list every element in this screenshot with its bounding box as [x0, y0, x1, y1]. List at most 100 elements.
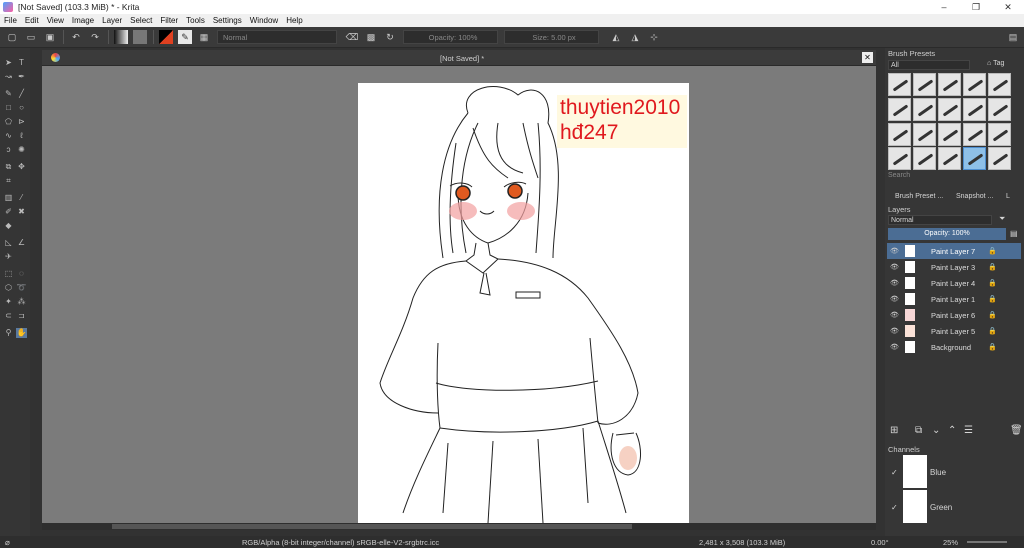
- redo-icon[interactable]: ↷: [88, 30, 102, 44]
- layer-row[interactable]: 👁 Paint Layer 1 🔒: [887, 291, 1021, 307]
- color-swatch-icon[interactable]: [159, 30, 173, 44]
- menu-filter[interactable]: Filter: [156, 16, 182, 25]
- visibility-eye-icon[interactable]: 👁: [890, 343, 901, 351]
- brush-preset-8[interactable]: [938, 98, 961, 121]
- layer-row[interactable]: 👁 Paint Layer 5 🔒: [887, 323, 1021, 339]
- menu-tools[interactable]: Tools: [182, 16, 209, 25]
- text-tool-icon[interactable]: T: [16, 58, 27, 68]
- dock-tab-snapshot[interactable]: Snapshot ...: [956, 193, 993, 200]
- layer-properties-icon[interactable]: ☰: [964, 425, 973, 436]
- undo-icon[interactable]: ↶: [69, 30, 83, 44]
- brush-preset-13[interactable]: [938, 123, 961, 146]
- freehand-brush-icon[interactable]: ✎: [3, 89, 14, 99]
- menu-select[interactable]: Select: [126, 16, 156, 25]
- brush-preset-6[interactable]: [888, 98, 911, 121]
- gradient-tool-icon[interactable]: ▥: [3, 193, 14, 203]
- move-layer-up-icon[interactable]: ⌃: [948, 425, 956, 436]
- menu-view[interactable]: View: [43, 16, 68, 25]
- polyline-tool-icon[interactable]: ⊳: [16, 117, 27, 127]
- lock-icon[interactable]: 🔒: [988, 343, 997, 351]
- channel-row[interactable]: ✓ Green: [887, 489, 1021, 525]
- visibility-eye-icon[interactable]: 👁: [890, 327, 901, 335]
- freehand-select-icon[interactable]: ➰: [16, 283, 27, 293]
- menu-edit[interactable]: Edit: [21, 16, 43, 25]
- brush-preset-2[interactable]: [913, 73, 936, 96]
- brush-filter-select[interactable]: All: [888, 60, 970, 70]
- polygon-select-icon[interactable]: ⬡: [3, 283, 14, 293]
- brush-preset-3[interactable]: [938, 73, 961, 96]
- dock-tab-l[interactable]: L: [1006, 193, 1010, 200]
- minimize-button[interactable]: –: [928, 0, 960, 14]
- brush-preset-17[interactable]: [913, 147, 936, 170]
- zoom-level-status[interactable]: 25%: [943, 538, 958, 547]
- layer-row[interactable]: 👁 Paint Layer 3 🔒: [887, 259, 1021, 275]
- visibility-eye-icon[interactable]: 👁: [890, 295, 901, 303]
- fill-tool-icon[interactable]: ◆: [3, 221, 14, 231]
- reference-images-icon[interactable]: ✈: [3, 252, 14, 262]
- pattern-icon[interactable]: [133, 30, 147, 44]
- bezier-select-icon[interactable]: ⊂: [3, 311, 14, 321]
- visibility-eye-icon[interactable]: 👁: [890, 311, 901, 319]
- close-window-button[interactable]: ✕: [992, 0, 1024, 14]
- multibrush-icon[interactable]: ✺: [16, 145, 27, 155]
- brush-preset-11[interactable]: [888, 123, 911, 146]
- brush-settings-icon[interactable]: ✎: [178, 30, 192, 44]
- brush-preset-selected[interactable]: [963, 147, 986, 170]
- dock-tab-brush-preset[interactable]: Brush Preset ...: [895, 193, 943, 200]
- smart-patch-icon[interactable]: ✖: [16, 207, 27, 217]
- layer-row[interactable]: 👁 Paint Layer 4 🔒: [887, 275, 1021, 291]
- contiguous-select-icon[interactable]: ✦: [3, 297, 14, 307]
- color-picker-icon[interactable]: ⁄: [16, 193, 27, 203]
- brush-preset-20[interactable]: [988, 147, 1011, 170]
- ellipse-tool-icon[interactable]: ○: [16, 103, 27, 113]
- eraser-icon[interactable]: ⌫: [345, 30, 359, 44]
- rect-select-icon[interactable]: ⬚: [3, 269, 14, 279]
- layer-row[interactable]: 👁 Background 🔒: [887, 339, 1021, 355]
- line-tool-icon[interactable]: ╱: [16, 89, 27, 99]
- duplicate-layer-icon[interactable]: ⧉: [915, 425, 922, 436]
- brush-preset-14[interactable]: [963, 123, 986, 146]
- brush-preset-16[interactable]: [888, 147, 911, 170]
- lock-icon[interactable]: 🔒: [988, 279, 997, 287]
- layer-filter-icon[interactable]: ⏷: [999, 214, 1005, 224]
- brush-preset-10[interactable]: [988, 98, 1011, 121]
- brush-tag-button[interactable]: ⌂ Tag: [987, 60, 1004, 67]
- ellipse-select-icon[interactable]: ◌: [16, 269, 27, 279]
- document-canvas[interactable]: thuytien2010 hđ247: [358, 83, 689, 523]
- bezier-tool-icon[interactable]: ∿: [3, 131, 14, 141]
- edit-shapes-icon[interactable]: ↝: [3, 72, 14, 82]
- channel-checkbox[interactable]: ✓: [891, 503, 898, 512]
- open-folder-icon[interactable]: ▭: [24, 30, 38, 44]
- channel-row[interactable]: ✓ Blue: [887, 454, 1021, 490]
- assistant-tool-icon[interactable]: ◺: [3, 238, 14, 248]
- layer-blend-mode-select[interactable]: Normal: [888, 215, 992, 225]
- canvas-area[interactable]: thuytien2010 hđ247: [42, 66, 876, 523]
- brush-size-slider[interactable]: Size: 5.00 px: [504, 30, 599, 44]
- similar-select-icon[interactable]: ⁂: [16, 297, 27, 307]
- add-layer-icon[interactable]: ⊞: [890, 425, 898, 436]
- canvas-tab-title[interactable]: [Not Saved] *: [440, 54, 484, 63]
- blend-mode-select[interactable]: Normal: [217, 30, 337, 44]
- layer-row[interactable]: 👁 Paint Layer 7 🔒: [887, 243, 1021, 259]
- colorize-mask-icon[interactable]: ✐: [3, 207, 14, 217]
- mirror-horizontal-icon[interactable]: ◭: [609, 30, 623, 44]
- lock-icon[interactable]: 🔒: [988, 295, 997, 303]
- brush-preset-18[interactable]: [938, 147, 961, 170]
- menu-settings[interactable]: Settings: [209, 16, 246, 25]
- wrap-around-icon[interactable]: ⊹: [647, 30, 661, 44]
- menu-layer[interactable]: Layer: [98, 16, 126, 25]
- horizontal-scrollbar[interactable]: [42, 523, 876, 530]
- visibility-eye-icon[interactable]: 👁: [890, 247, 901, 255]
- zoom-tool-icon[interactable]: ⚲: [3, 328, 14, 338]
- close-tab-icon[interactable]: ✕: [862, 52, 873, 63]
- lock-icon[interactable]: 🔒: [988, 263, 997, 271]
- select-shapes-icon[interactable]: ➤: [3, 58, 14, 68]
- freehand-path-icon[interactable]: ℓ: [16, 131, 27, 141]
- crop-tool-icon[interactable]: ⌗: [3, 176, 14, 186]
- save-icon[interactable]: ▣: [43, 30, 57, 44]
- scrollbar-thumb[interactable]: [112, 524, 632, 529]
- brush-preset-7[interactable]: [913, 98, 936, 121]
- zoom-slider[interactable]: [967, 541, 1007, 543]
- delete-layer-icon[interactable]: 🗑: [1010, 425, 1023, 436]
- calligraphy-icon[interactable]: ✒: [16, 72, 27, 82]
